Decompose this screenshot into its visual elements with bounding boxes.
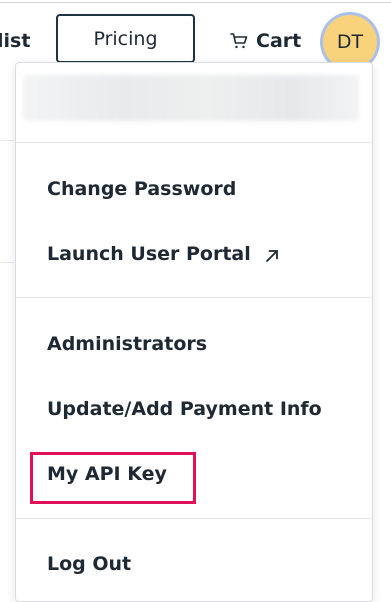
external-link-icon xyxy=(265,248,279,262)
background-divider xyxy=(0,140,14,141)
menu-item-label: My API Key xyxy=(47,463,167,485)
menu-divider xyxy=(16,297,372,298)
top-divider xyxy=(0,2,391,3)
menu-item-change-password[interactable]: Change Password xyxy=(47,180,236,199)
menu-item-administrators[interactable]: Administrators xyxy=(47,335,207,354)
nav-link-partial[interactable]: list xyxy=(0,32,30,51)
menu-item-launch-user-portal[interactable]: Launch User Portal xyxy=(47,245,279,264)
menu-divider xyxy=(16,518,372,519)
pricing-button[interactable]: Pricing xyxy=(56,14,195,63)
user-avatar[interactable]: DT xyxy=(323,15,377,69)
background-divider xyxy=(0,262,14,263)
menu-item-payment-info[interactable]: Update/Add Payment Info xyxy=(47,400,322,419)
cart-icon xyxy=(230,32,248,50)
menu-item-my-api-key[interactable]: My API Key xyxy=(47,465,167,484)
menu-divider xyxy=(16,142,372,143)
redacted-account-info xyxy=(23,75,359,121)
menu-item-label: Update/Add Payment Info xyxy=(47,398,322,420)
cart-link[interactable]: Cart xyxy=(230,28,301,54)
menu-item-label: Launch User Portal xyxy=(47,243,251,265)
cart-label: Cart xyxy=(256,30,302,52)
account-dropdown-menu: Change Password Launch User Portal Admin… xyxy=(15,62,373,602)
menu-item-label: Change Password xyxy=(47,178,237,200)
menu-item-label: Log Out xyxy=(47,553,132,575)
menu-item-label: Administrators xyxy=(47,333,208,355)
menu-item-log-out[interactable]: Log Out xyxy=(47,555,131,574)
